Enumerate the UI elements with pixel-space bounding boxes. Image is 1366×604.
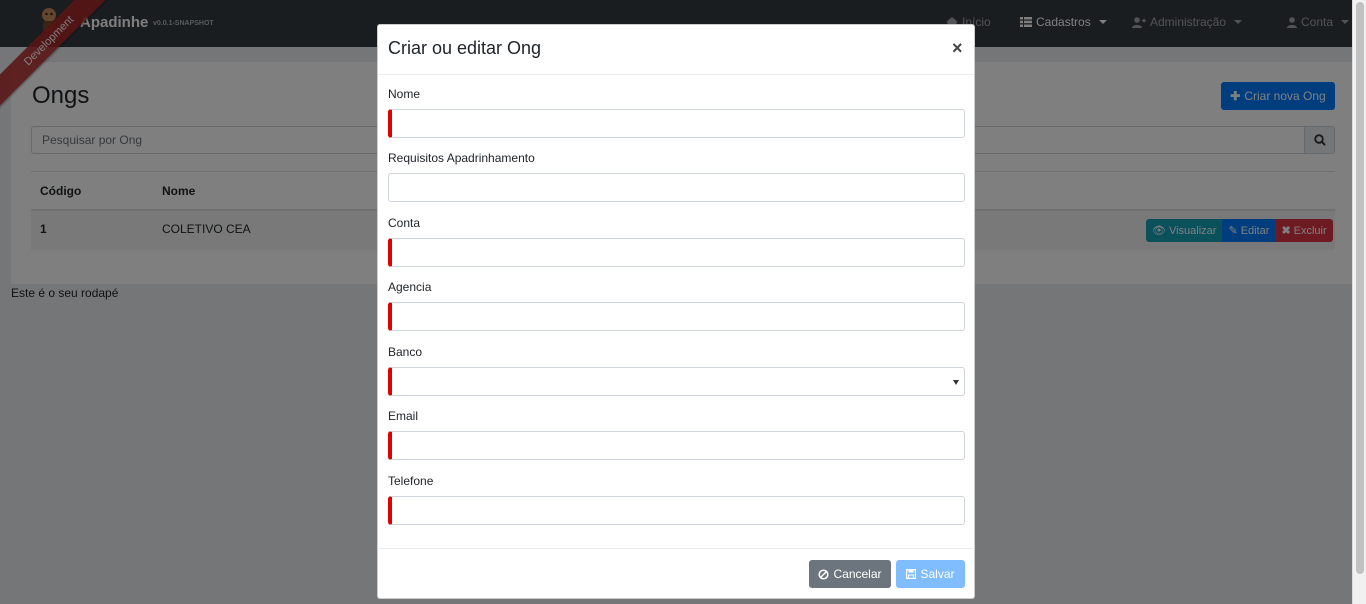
- save-label: Salvar: [920, 567, 955, 581]
- agencia-field[interactable]: [388, 302, 965, 331]
- label-conta: Conta: [388, 216, 421, 230]
- modal-footer-divider: [378, 548, 974, 549]
- cancel-label: Cancelar: [833, 567, 882, 581]
- email-field[interactable]: [388, 431, 965, 460]
- chevron-down-icon: [953, 380, 959, 385]
- banco-select[interactable]: [388, 367, 965, 396]
- cancel-button[interactable]: Cancelar: [809, 560, 891, 588]
- label-banco: Banco: [388, 345, 423, 359]
- label-telefone: Telefone: [388, 474, 434, 488]
- save-button[interactable]: Salvar: [896, 560, 965, 588]
- edit-ong-modal: Criar ou editar Ong × Nome Requisitos Ap…: [377, 24, 975, 599]
- modal-header-divider: [378, 74, 974, 75]
- requisitos-apadrinhamento-field[interactable]: [388, 173, 965, 202]
- scrollbar-thumb[interactable]: [1356, 2, 1364, 574]
- nome-field[interactable]: [388, 109, 965, 138]
- ban-icon: [818, 568, 830, 580]
- close-icon[interactable]: ×: [952, 38, 963, 59]
- label-email: Email: [388, 409, 419, 423]
- label-nome: Nome: [388, 87, 421, 101]
- telefone-field[interactable]: [388, 496, 965, 525]
- modal-title: Criar ou editar Ong: [388, 38, 542, 58]
- conta-field[interactable]: [388, 238, 965, 267]
- label-agencia: Agencia: [388, 280, 432, 294]
- label-requisitos: Requisitos Apadrinhamento: [388, 151, 535, 165]
- scrollbar[interactable]: [1352, 0, 1366, 604]
- save-icon: [906, 569, 917, 579]
